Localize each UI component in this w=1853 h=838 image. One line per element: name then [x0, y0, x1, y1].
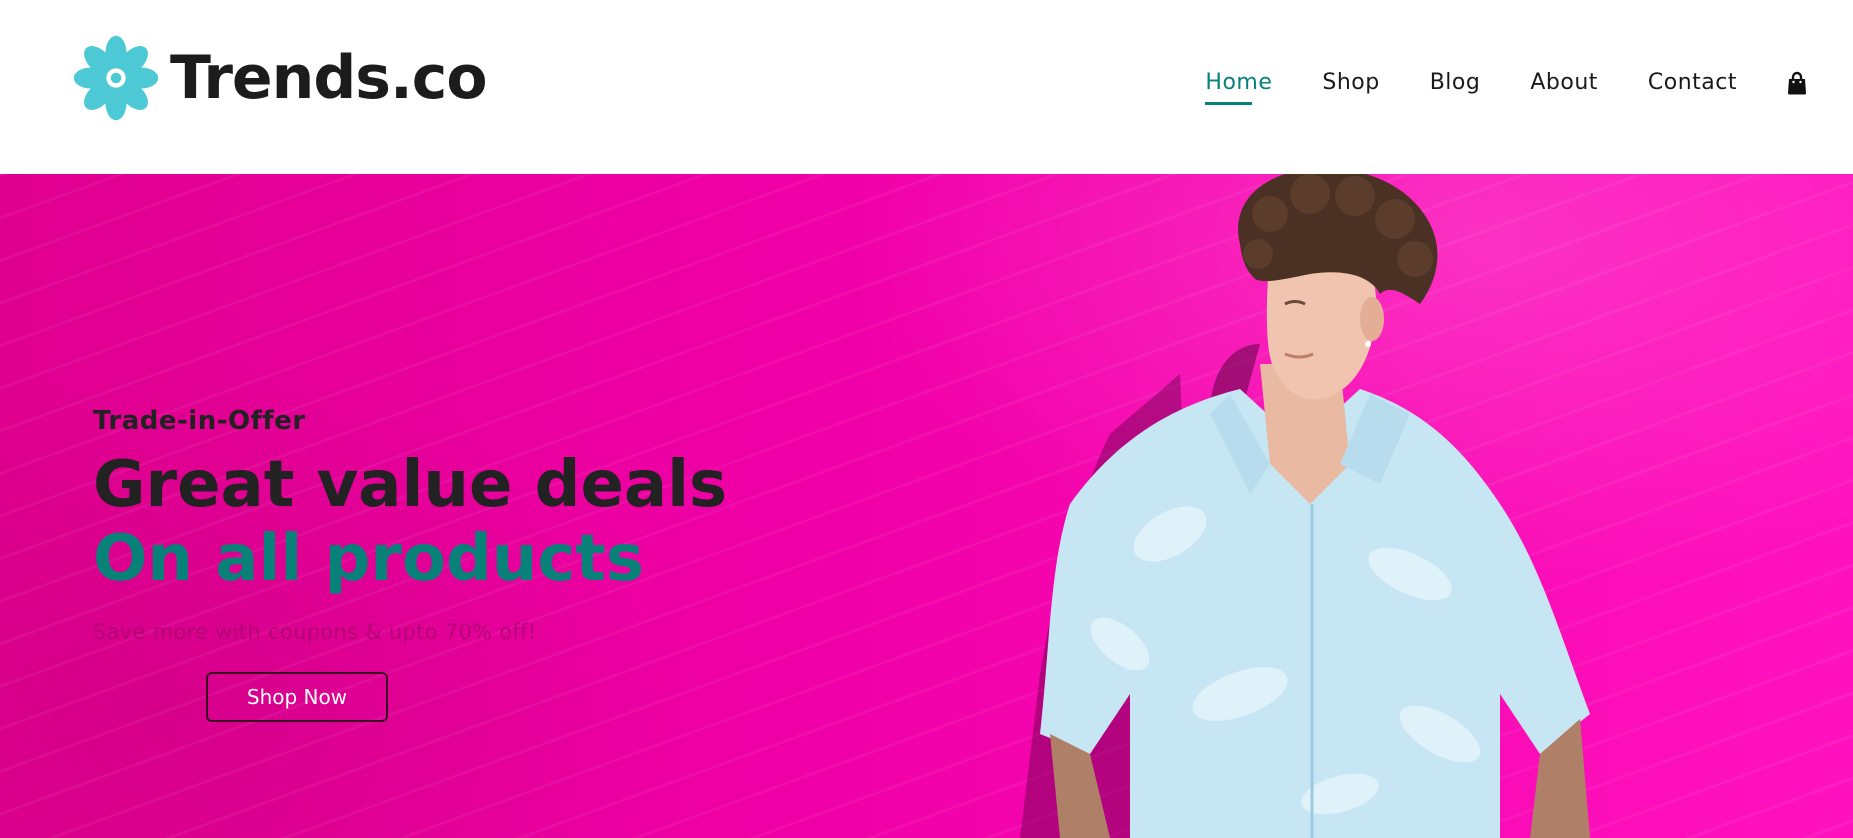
shopping-bag-icon[interactable]	[1787, 71, 1807, 95]
shop-now-button[interactable]: Shop Now	[206, 672, 388, 722]
brand-logo[interactable]: Trends.co	[72, 33, 488, 123]
flower-icon	[73, 35, 159, 121]
nav-item-shop[interactable]: Shop	[1322, 64, 1379, 102]
hero-banner: Trade-in-Offer Great value deals On all …	[0, 174, 1853, 838]
main-navigation: Home Shop Blog About Contact	[1205, 64, 1807, 105]
nav-item-blog[interactable]: Blog	[1430, 64, 1481, 102]
nav-item-home[interactable]: Home	[1205, 64, 1272, 105]
hero-eyebrow: Trade-in-Offer	[93, 406, 306, 436]
hero-headline-accent: On all products	[93, 522, 644, 596]
hero-headline: Great value deals	[93, 448, 728, 522]
brand-name: Trends.co	[170, 43, 488, 113]
nav-item-contact[interactable]: Contact	[1648, 64, 1737, 102]
site-header: Trends.co Home Shop Blog About Contact	[0, 0, 1853, 174]
nav-item-about[interactable]: About	[1530, 64, 1598, 102]
hero-model-image	[1020, 174, 1590, 838]
hero-subtext: Save more with coupons & upto 70% off!	[93, 620, 537, 644]
